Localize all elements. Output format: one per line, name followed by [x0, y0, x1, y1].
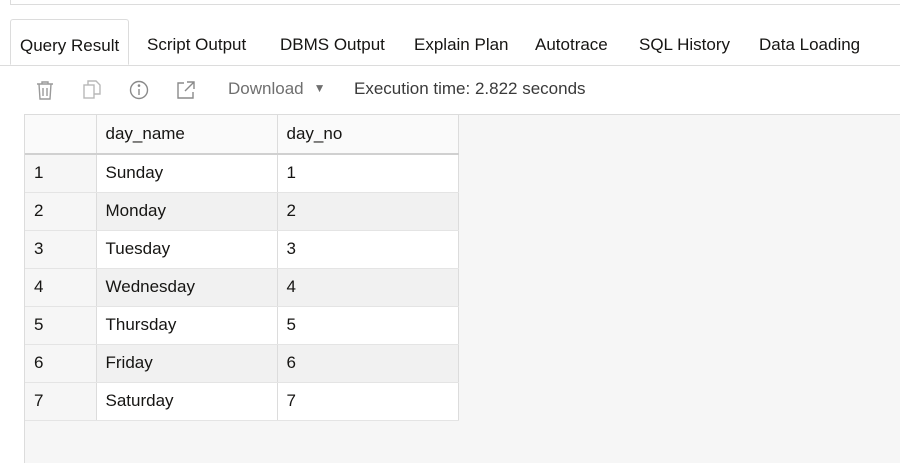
- tab-explain-plan[interactable]: Explain Plan: [414, 19, 509, 65]
- download-label: Download: [228, 79, 304, 98]
- open-external-icon[interactable]: [173, 77, 199, 103]
- table-row[interactable]: 6 Friday 6: [25, 344, 459, 383]
- column-header-day-no[interactable]: day_no: [277, 115, 459, 155]
- row-number: 7: [25, 382, 97, 421]
- chevron-down-icon: ▼: [313, 81, 326, 95]
- top-panel-edge: [10, 0, 900, 5]
- cell-day-name[interactable]: Saturday: [96, 382, 278, 421]
- table-row[interactable]: 1 Sunday 1: [25, 154, 459, 193]
- result-toolbar: Download ▼ Execution time: 2.822 seconds: [0, 66, 900, 114]
- tab-data-loading[interactable]: Data Loading: [759, 19, 860, 65]
- table-row[interactable]: 3 Tuesday 3: [25, 230, 459, 269]
- row-number: 1: [25, 154, 97, 193]
- results-grid: day_name day_no 1 Sunday 1 2 Monday 2 3 …: [24, 114, 900, 463]
- tab-query-result[interactable]: Query Result: [10, 19, 130, 65]
- cell-day-no[interactable]: 5: [277, 306, 459, 345]
- header-row: day_name day_no: [25, 115, 459, 155]
- row-number: 4: [25, 268, 97, 307]
- download-dropdown[interactable]: Download ▼: [228, 79, 326, 99]
- table-row[interactable]: 2 Monday 2: [25, 192, 459, 231]
- execution-time: Execution time: 2.822 seconds: [354, 79, 586, 98]
- row-number: 2: [25, 192, 97, 231]
- tab-autotrace[interactable]: Autotrace: [535, 19, 608, 65]
- trash-icon[interactable]: [32, 77, 58, 103]
- cell-day-no[interactable]: 1: [277, 154, 459, 193]
- table-row[interactable]: 7 Saturday 7: [25, 382, 459, 421]
- table-row[interactable]: 5 Thursday 5: [25, 306, 459, 345]
- cell-day-no[interactable]: 4: [277, 268, 459, 307]
- cell-day-no[interactable]: 3: [277, 230, 459, 269]
- cell-day-name[interactable]: Wednesday: [96, 268, 278, 307]
- cell-day-name[interactable]: Friday: [96, 344, 278, 383]
- table-row[interactable]: 4 Wednesday 4: [25, 268, 459, 307]
- cell-day-no[interactable]: 2: [277, 192, 459, 231]
- cell-day-no[interactable]: 7: [277, 382, 459, 421]
- info-icon[interactable]: [126, 77, 152, 103]
- tab-bar: Query Result Script Output DBMS Output E…: [0, 19, 900, 66]
- results-table: day_name day_no 1 Sunday 1 2 Monday 2 3 …: [25, 115, 459, 421]
- row-number: 6: [25, 344, 97, 383]
- cell-day-name[interactable]: Tuesday: [96, 230, 278, 269]
- cell-day-name[interactable]: Thursday: [96, 306, 278, 345]
- column-header-day-name[interactable]: day_name: [96, 115, 278, 155]
- tab-dbms-output[interactable]: DBMS Output: [280, 19, 385, 65]
- cell-day-name[interactable]: Monday: [96, 192, 278, 231]
- row-number: 3: [25, 230, 97, 269]
- row-number: 5: [25, 306, 97, 345]
- cell-day-no[interactable]: 6: [277, 344, 459, 383]
- copy-icon[interactable]: [79, 77, 105, 103]
- tab-script-output[interactable]: Script Output: [147, 19, 246, 65]
- cell-day-name[interactable]: Sunday: [96, 154, 278, 193]
- row-number-header: [25, 115, 97, 155]
- tab-sql-history[interactable]: SQL History: [639, 19, 730, 65]
